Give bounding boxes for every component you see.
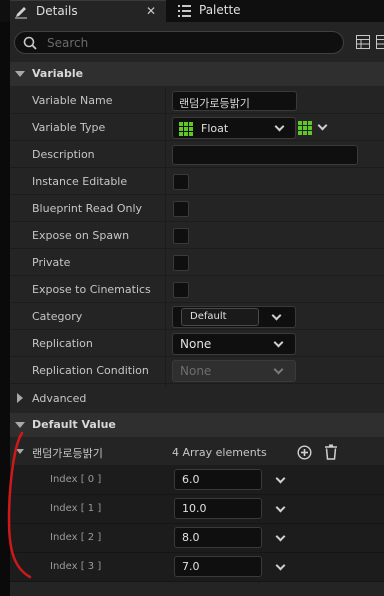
variable-type-value: Float — [201, 122, 229, 135]
tab-palette-label: Palette — [199, 3, 241, 17]
array-index-label: Index [ 2 ] — [50, 532, 102, 543]
replication-condition-label: Replication Condition — [32, 364, 149, 377]
row-private: Private — [10, 249, 384, 276]
table-view-icon[interactable] — [356, 35, 370, 49]
replication-value: None — [180, 337, 212, 351]
row-expose-on-spawn: Expose on Spawn — [10, 222, 384, 249]
private-checkbox[interactable] — [173, 255, 189, 271]
chevron-down-icon[interactable] — [275, 502, 286, 513]
advanced-label: Advanced — [32, 392, 87, 405]
array-value: 8.0 — [182, 531, 200, 544]
category-label: Category — [32, 310, 83, 323]
tab-palette[interactable]: Palette — [172, 0, 384, 22]
list-icon — [178, 5, 191, 17]
chevron-down-icon — [271, 310, 282, 321]
replication-dropdown[interactable]: None — [172, 333, 296, 355]
row-expose-to-cinematics: Expose to Cinematics — [10, 276, 384, 303]
container-type-dropdown[interactable] — [298, 117, 334, 139]
chevron-down-icon — [273, 364, 284, 375]
variable-name-field[interactable]: 랜덤가로등밝기 — [172, 91, 297, 111]
array-count: 4 Array elements — [172, 446, 267, 459]
description-label: Description — [32, 148, 95, 161]
category-value-box[interactable]: Default — [181, 308, 259, 326]
row-replication: Replication None — [10, 330, 384, 357]
chevron-down-icon[interactable] — [275, 531, 286, 542]
replication-label: Replication — [32, 337, 93, 350]
variable-type-dropdown[interactable]: Float — [172, 117, 296, 139]
array-element-row: Index [ 2 ] 8.0 — [10, 524, 384, 553]
close-icon[interactable]: ✕ — [146, 4, 156, 18]
single-value-container-icon — [298, 121, 312, 135]
float-type-icon — [179, 122, 193, 136]
array-element-row: Index [ 0 ] 6.0 — [10, 466, 384, 495]
category-value: Default — [190, 311, 227, 322]
category-default-value[interactable]: Default Value — [10, 413, 384, 437]
array-value: 6.0 — [182, 473, 200, 486]
row-variable-name: Variable Name 랜덤가로등밝기 — [10, 87, 384, 114]
array-index-label: Index [ 3 ] — [50, 561, 102, 572]
array-name: 랜덤가로등밝기 — [32, 447, 103, 460]
array-element-row: Index [ 3 ] 7.0 — [10, 553, 384, 582]
advanced-expander[interactable]: Advanced — [10, 385, 384, 411]
add-element-icon[interactable] — [297, 445, 312, 460]
chevron-down-icon — [317, 120, 328, 131]
description-field[interactable] — [172, 145, 358, 165]
array-value-field[interactable]: 10.0 — [174, 498, 262, 519]
variable-name-value: 랜덤가로등밝기 — [179, 97, 250, 110]
search-icon — [23, 36, 37, 50]
variable-type-label: Variable Type — [32, 121, 106, 134]
variable-name-label: Variable Name — [32, 94, 113, 107]
replication-condition-value: None — [180, 364, 212, 378]
array-index-label: Index [ 0 ] — [50, 474, 102, 485]
pencil-icon — [15, 7, 27, 19]
array-value-field[interactable]: 6.0 — [174, 469, 262, 490]
row-instance-editable: Instance Editable — [10, 168, 384, 195]
row-blueprint-read-only: Blueprint Read Only — [10, 195, 384, 222]
instance-editable-checkbox[interactable] — [173, 174, 189, 190]
chevron-down-icon — [273, 337, 284, 348]
array-header-row: 랜덤가로등밝기 4 Array elements — [10, 439, 384, 466]
trash-icon[interactable] — [324, 444, 338, 460]
chevron-down-icon — [274, 121, 285, 132]
chevron-down-icon[interactable] — [275, 473, 286, 484]
expose-on-spawn-label: Expose on Spawn — [32, 229, 130, 242]
blueprint-read-only-label: Blueprint Read Only — [32, 202, 143, 215]
array-element-row: Index [ 1 ] 10.0 — [10, 495, 384, 524]
expand-arrow-icon — [17, 393, 23, 403]
array-index-label: Index [ 1 ] — [50, 503, 102, 514]
array-value-field[interactable]: 7.0 — [174, 556, 262, 577]
chevron-down-icon[interactable] — [275, 560, 286, 571]
row-variable-type: Variable Type Float — [10, 114, 384, 141]
expose-on-spawn-checkbox[interactable] — [173, 228, 189, 244]
private-label: Private — [32, 256, 71, 269]
red-annotation-stroke — [7, 431, 32, 579]
category-default-value-label: Default Value — [32, 418, 116, 431]
settings-icon[interactable] — [376, 35, 384, 49]
array-value: 7.0 — [182, 560, 200, 573]
search-input[interactable] — [47, 35, 327, 51]
array-value: 10.0 — [182, 502, 207, 515]
array-value-field[interactable]: 8.0 — [174, 527, 262, 548]
expose-to-cinematics-checkbox[interactable] — [173, 282, 189, 298]
category-combo[interactable]: Default — [172, 306, 296, 328]
collapse-arrow-icon — [15, 71, 25, 77]
instance-editable-label: Instance Editable — [32, 175, 128, 188]
expose-to-cinematics-label: Expose to Cinematics — [32, 283, 151, 296]
tab-details[interactable]: Details ✕ — [10, 0, 166, 22]
row-description: Description — [10, 141, 384, 168]
tab-details-label: Details — [36, 4, 78, 18]
row-replication-condition: Replication Condition None — [10, 357, 384, 384]
category-variable[interactable]: Variable — [10, 62, 384, 86]
row-category: Category Default — [10, 303, 384, 330]
replication-condition-dropdown[interactable]: None — [172, 360, 296, 382]
category-variable-label: Variable — [32, 67, 84, 80]
search-box[interactable] — [14, 31, 344, 54]
blueprint-read-only-checkbox[interactable] — [173, 201, 189, 217]
